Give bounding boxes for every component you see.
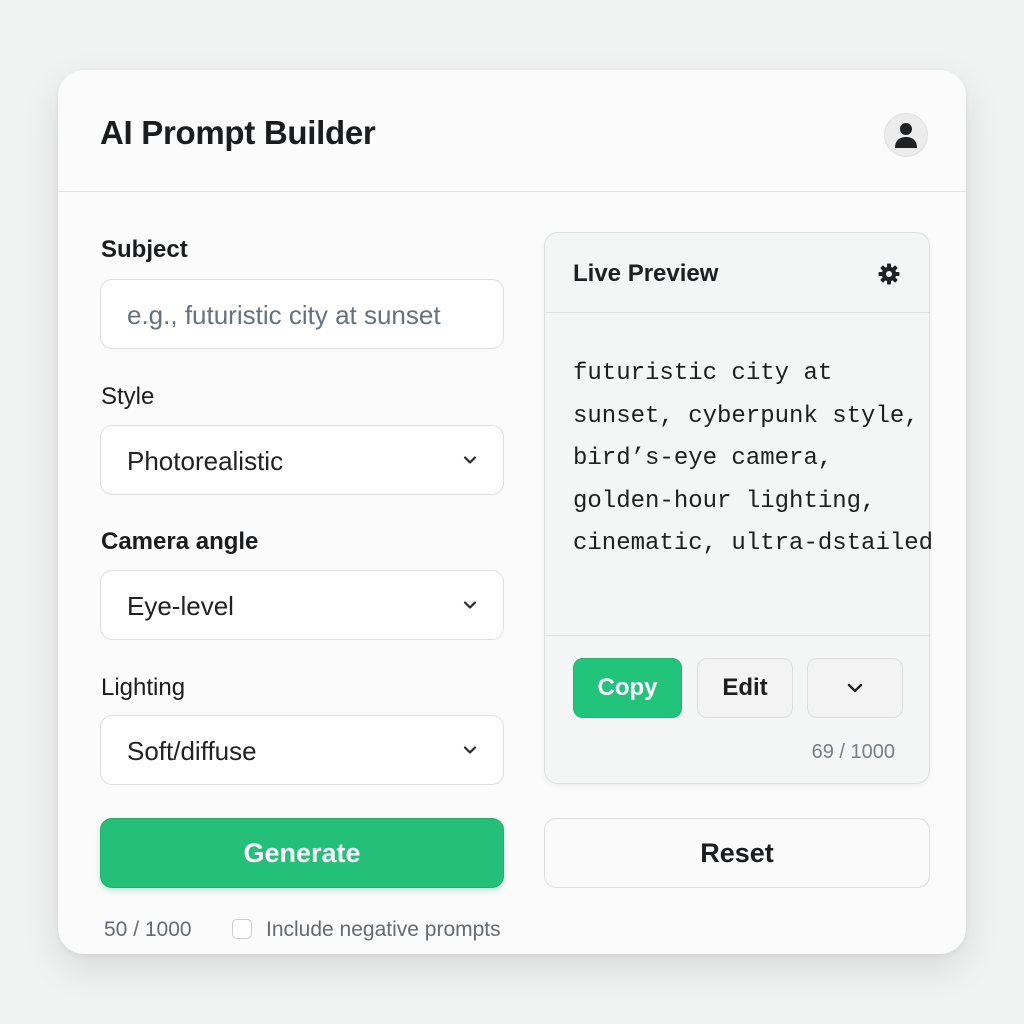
copy-button[interactable]: Copy (573, 658, 682, 718)
edit-button[interactable]: Edit (697, 658, 793, 718)
more-options-button[interactable] (807, 658, 903, 718)
avatar[interactable] (884, 113, 928, 157)
camera-angle-select[interactable]: Eye-level (100, 570, 504, 640)
reset-button[interactable]: Reset (544, 818, 930, 888)
camera-angle-selected-value: Eye-level (127, 591, 234, 621)
preview-line: sunset, cyberpunk style, (573, 402, 919, 430)
prompt-builder-card: AI Prompt Builder Subject e.g., futurist… (58, 70, 966, 954)
preview-line: cinematic, ultra-dstailed (573, 530, 934, 557)
gear-icon[interactable] (877, 262, 901, 286)
negative-prompts-checkbox[interactable] (232, 919, 252, 939)
chevron-down-icon (463, 746, 477, 754)
live-preview-panel: Live Preview futuristic city at sunset, … (544, 232, 934, 784)
preview-line: bird’s-eye camera, (573, 445, 833, 472)
char-count: 50 / 1000 (104, 918, 192, 941)
lighting-label: Lighting (101, 674, 186, 701)
subject-label: Subject (101, 236, 188, 263)
style-selected-value: Photorealistic (127, 446, 284, 476)
preview-line: futuristic city at (573, 360, 833, 387)
preview-line: golden-hour lighting, (573, 487, 876, 515)
card-header: AI Prompt Builder (58, 70, 966, 192)
style-label: Style (101, 383, 155, 410)
negative-prompts-label[interactable]: Include negative prompts (266, 918, 501, 942)
chevron-down-icon (463, 456, 477, 464)
generate-button[interactable]: Generate (100, 818, 504, 888)
style-select[interactable]: Photorealistic (100, 425, 504, 495)
preview-header: Live Preview (545, 233, 929, 313)
preview-char-count: 69 / 1000 (811, 741, 895, 763)
lighting-selected-value: Soft/diffuse (127, 736, 257, 766)
page-title: AI Prompt Builder (100, 114, 376, 151)
chevron-down-icon (847, 683, 863, 693)
preview-divider (545, 635, 929, 636)
user-icon (895, 123, 917, 148)
subject-input[interactable]: e.g., futuristic city at sunset (100, 279, 504, 349)
subject-placeholder: e.g., futuristic city at sunset (127, 300, 441, 330)
preview-text: futuristic city at sunset, cyberpunk sty… (573, 353, 934, 566)
camera-angle-label: Camera angle (101, 528, 259, 555)
preview-title: Live Preview (573, 260, 719, 287)
lighting-select[interactable]: Soft/diffuse (100, 715, 504, 785)
chevron-down-icon (463, 601, 477, 609)
